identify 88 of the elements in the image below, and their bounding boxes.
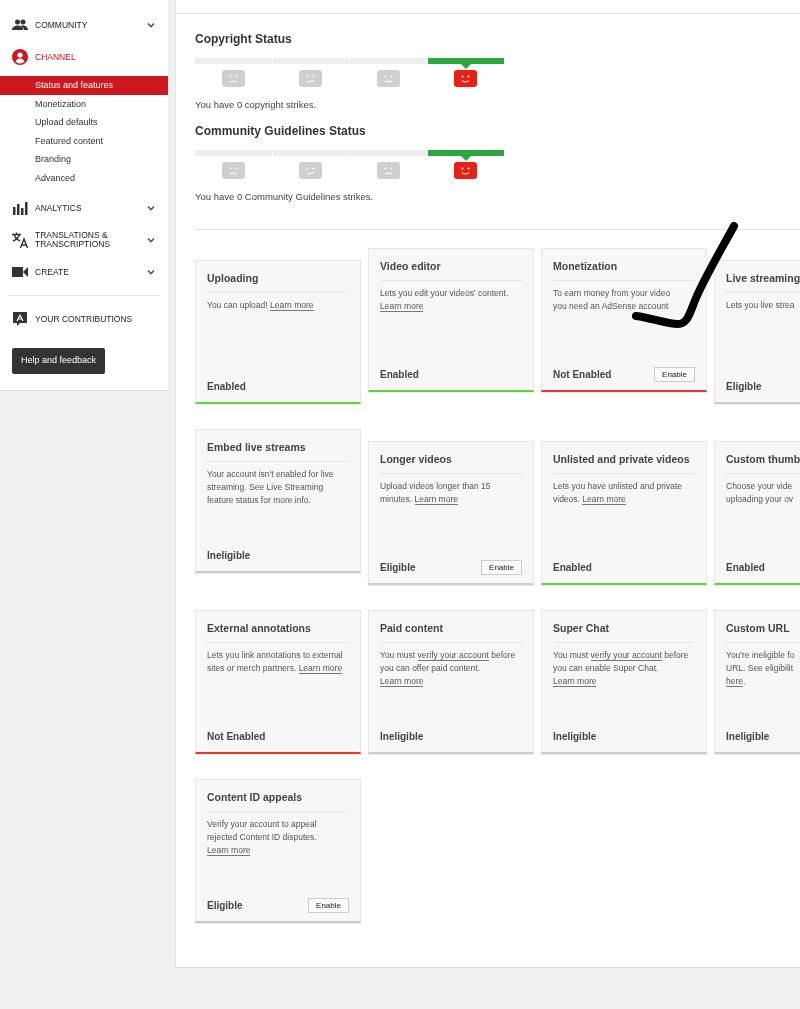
learn-more-link[interactable]: Learn more: [380, 301, 424, 313]
account-circle-icon: [12, 49, 28, 65]
chevron-down-icon[interactable]: [146, 203, 156, 213]
status-heading: Community Guidelines Status: [195, 123, 367, 141]
help-feedback-button[interactable]: Help and feedback: [12, 348, 106, 374]
learn-more-link[interactable]: Learn more: [270, 300, 314, 312]
feature-description: You can upload! Learn more: [207, 299, 315, 313]
feature-title: Monetization: [553, 258, 695, 282]
neutral-face-icon: [376, 162, 400, 180]
feature-title: External annotations: [207, 620, 349, 644]
feature-description: Lets you have unlisted and private videos. Learn more: [553, 480, 683, 507]
enable-button[interactable]: Enable: [308, 897, 349, 913]
learn-more-link[interactable]: Learn more: [414, 494, 458, 506]
feature-description: You're ineligible fo URL. See eligibilit here.: [726, 649, 796, 689]
status-heading: Copyright Status: [195, 31, 293, 48]
sidebar-subitem[interactable]: Branding: [0, 150, 168, 169]
people-icon: [12, 17, 28, 33]
learn-more-link[interactable]: Learn more: [380, 676, 424, 688]
sidebar-section-link[interactable]: CREATE: [35, 267, 146, 277]
sidebar-subitem[interactable]: Monetization: [0, 94, 168, 113]
chevron-down-icon[interactable]: [146, 267, 156, 277]
sad-face-icon: [221, 162, 245, 180]
enable-button[interactable]: Enable: [481, 559, 522, 575]
feature-description: You must verify your account before you can offer paid content. Learn more: [380, 649, 517, 689]
feature-status: Enabled: [207, 379, 246, 394]
feature-title: Live streaming: [726, 270, 800, 294]
feature-title: Unlisted and private videos: [553, 451, 695, 475]
skeptical-face-icon: [299, 162, 323, 180]
learn-more-link[interactable]: Learn more: [582, 494, 626, 506]
feature-status: Ineligible: [207, 548, 251, 563]
feature-status: Eligible: [207, 898, 243, 913]
chevron-down-icon[interactable]: [146, 20, 156, 30]
feature-title: Uploading: [207, 270, 349, 294]
feature-title: Super Chat: [553, 620, 695, 644]
feature-title: Content ID appeals: [207, 789, 349, 813]
sidebar-section-link[interactable]: ANALYTICS: [35, 203, 146, 213]
video-camera-icon: [12, 264, 28, 280]
learn-more-link[interactable]: Learn more: [298, 663, 343, 675]
smiley-face-icon: [454, 70, 478, 87]
feature-description: Choose your vide uploading your ov: [726, 480, 795, 507]
feature-status: Not Enabled: [553, 367, 612, 382]
neutral-face-icon: [376, 70, 400, 87]
feature-status: Ineligible: [380, 729, 424, 744]
feature-status: Eligible: [726, 379, 762, 394]
sidebar-section-link[interactable]: COMMUNITY: [35, 20, 146, 30]
speech-bubble-icon: [12, 311, 28, 327]
smiley-face-icon: [454, 162, 478, 180]
feature-description: Verify your account to appeal rejected Content ID disputes. Learn more: [207, 818, 318, 858]
skeptical-face-icon: [299, 70, 323, 87]
status-message: You have 0 copyright strikes.: [195, 98, 318, 112]
learn-more-link[interactable]: Learn more: [207, 845, 251, 857]
enable-button[interactable]: Enable: [654, 366, 695, 382]
feature-description: Upload videos longer than 15 minutes. Learn more: [380, 480, 492, 507]
feature-status: Enabled: [726, 560, 765, 575]
feature-status: Enabled: [553, 560, 592, 575]
sidebar-subitem[interactable]: Status and features: [0, 76, 168, 95]
feature-status: Not Enabled: [207, 729, 266, 744]
feature-description: You must verify your account before you can enable Super Chat. Learn more: [553, 649, 690, 689]
sidebar-subitem[interactable]: Advanced: [0, 168, 168, 187]
feature-description: To earn money from your video you need an AdSense account: [553, 287, 672, 314]
feature-description: Your account isn't enabled for live streaming. See Live Streaming feature status for more info.: [207, 468, 335, 508]
feature-description: Lets you edit your videos' content. Learn more: [380, 287, 510, 314]
feature-description: Lets you live strea: [726, 299, 796, 313]
feature-status: Ineligible: [553, 729, 597, 744]
learn-more-link[interactable]: verify your account: [417, 650, 489, 662]
sidebar-section-link[interactable]: YOUR CONTRIBUTIONS: [35, 314, 156, 324]
feature-title: Embed live streams: [207, 439, 349, 463]
feature-title: Paid content: [380, 620, 522, 644]
feature-title: Custom URL: [726, 620, 800, 644]
bar-chart-icon: [12, 200, 28, 216]
sidebar-section-link[interactable]: CHANNEL: [35, 52, 156, 62]
feature-status: Enabled: [380, 367, 419, 382]
learn-more-link[interactable]: verify your account: [590, 650, 662, 662]
feature-description: Lets you link annotations to external sites or merch partners. Learn more: [207, 649, 344, 676]
feature-title: Longer videos: [380, 451, 522, 475]
feature-title: Custom thumb: [726, 451, 800, 475]
sidebar-section-link[interactable]: TRANSLATIONS & TRANSCRIPTIONS: [35, 231, 146, 249]
sidebar-subitem[interactable]: Featured content: [0, 131, 168, 150]
feature-status: Eligible: [380, 560, 416, 575]
translate-icon: [12, 232, 28, 248]
chevron-down-icon[interactable]: [146, 235, 156, 245]
feature-status: Ineligible: [726, 729, 770, 744]
sidebar-subitem[interactable]: Upload defaults: [0, 113, 168, 132]
learn-more-link[interactable]: Learn more: [553, 676, 597, 688]
status-message: You have 0 Community Guidelines strikes.: [195, 190, 375, 205]
learn-more-link[interactable]: here: [726, 676, 743, 688]
sad-face-icon: [221, 70, 245, 87]
feature-title: Video editor: [380, 258, 522, 282]
